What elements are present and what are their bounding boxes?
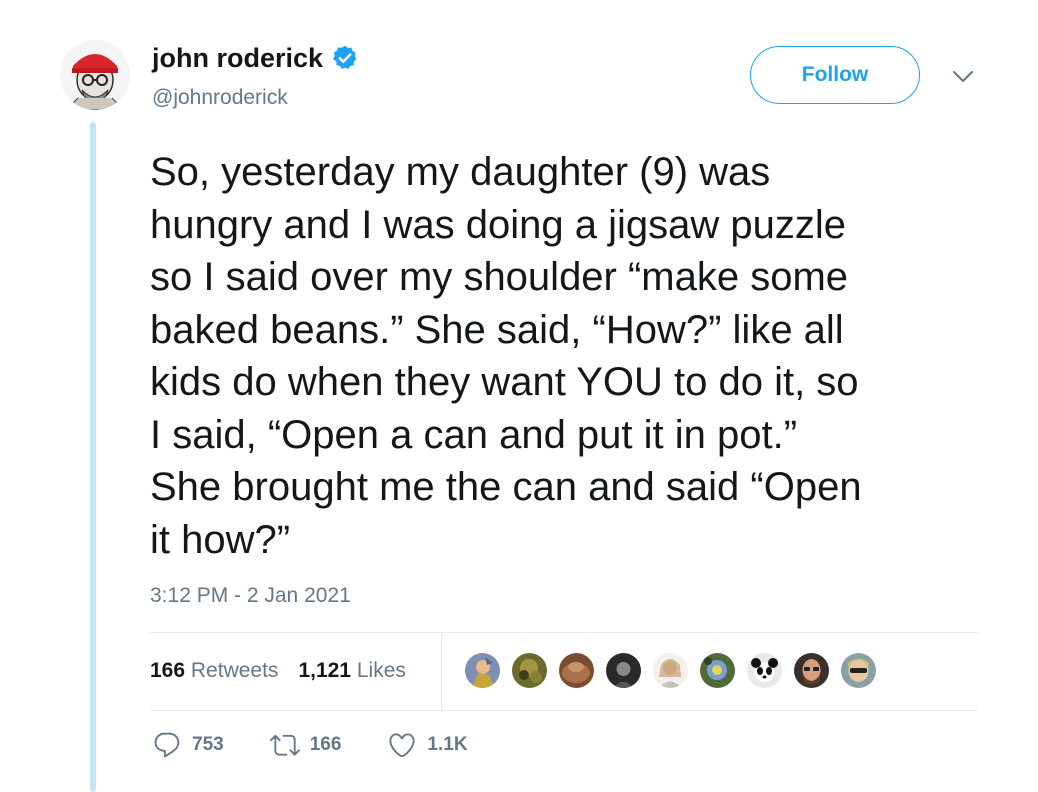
author-display-name[interactable]: john roderick bbox=[152, 43, 323, 74]
tweet-stats: 166 Retweets 1,121 Likes bbox=[150, 659, 406, 683]
heart-icon bbox=[389, 733, 415, 758]
tweet-text-line: so I said over my shoulder “make some bbox=[150, 255, 849, 299]
author-avatar[interactable] bbox=[60, 40, 130, 110]
liker-avatar[interactable] bbox=[557, 651, 596, 690]
reply-icon bbox=[154, 732, 180, 758]
like-button[interactable]: 1.1K bbox=[387, 730, 468, 760]
likes-count: 1,121 bbox=[298, 659, 351, 682]
retweets-label: Retweets bbox=[190, 659, 279, 682]
liker-avatar[interactable] bbox=[745, 651, 784, 690]
likes-label: Likes bbox=[356, 659, 406, 682]
divider bbox=[150, 632, 978, 633]
liker-avatar[interactable] bbox=[792, 651, 831, 690]
retweet-icon bbox=[269, 734, 300, 756]
tweet-text-line: kids do when they want YOU to do it, so bbox=[150, 360, 859, 404]
retweet-count: 166 bbox=[309, 734, 342, 755]
likes-stat[interactable]: 1,121 Likes bbox=[298, 659, 405, 683]
tweet-text-line: So, yesterday my daughter (9) was bbox=[150, 150, 771, 194]
liker-avatar[interactable] bbox=[839, 651, 878, 690]
reply-button[interactable]: 753 bbox=[152, 730, 224, 760]
tweet-text-line: it how?” bbox=[150, 517, 291, 562]
author-name-row: john roderick bbox=[152, 40, 359, 76]
tweet-text: So, yesterday my daughter (9) was hungry… bbox=[150, 146, 1010, 566]
follow-button[interactable]: Follow bbox=[750, 46, 920, 104]
liker-avatar[interactable] bbox=[651, 651, 690, 690]
tweet-actions: 753 166 1.1K bbox=[152, 730, 514, 760]
more-options-chevron-down-icon[interactable] bbox=[948, 64, 978, 90]
tweet-timestamp[interactable]: 3:12 PM - 2 Jan 2021 bbox=[150, 584, 351, 608]
tweet-text-line: I said, “Open a can and put it in pot.” bbox=[150, 412, 798, 457]
retweets-count: 166 bbox=[150, 659, 186, 682]
thread-line bbox=[90, 122, 96, 792]
tweet-text-line: hungry and I was doing a jigsaw puzzle bbox=[150, 202, 846, 247]
tweet-text-line: She brought me the can and said “Open bbox=[150, 465, 862, 509]
liker-avatar[interactable] bbox=[698, 651, 737, 690]
liker-avatars bbox=[463, 651, 878, 690]
like-count: 1.1K bbox=[427, 734, 468, 755]
tweet-text-line: baked beans.” She said, “How?” like all bbox=[150, 307, 844, 352]
liker-avatar[interactable] bbox=[463, 651, 502, 690]
divider bbox=[441, 632, 442, 710]
liker-avatar[interactable] bbox=[604, 651, 643, 690]
retweets-stat[interactable]: 166 Retweets bbox=[150, 659, 278, 683]
retweet-button[interactable]: 166 bbox=[269, 730, 342, 760]
reply-count: 753 bbox=[192, 734, 224, 755]
verified-badge-icon bbox=[331, 44, 359, 72]
liker-avatar[interactable] bbox=[510, 651, 549, 690]
author-handle[interactable]: @johnroderick bbox=[152, 86, 288, 110]
divider bbox=[150, 710, 978, 711]
